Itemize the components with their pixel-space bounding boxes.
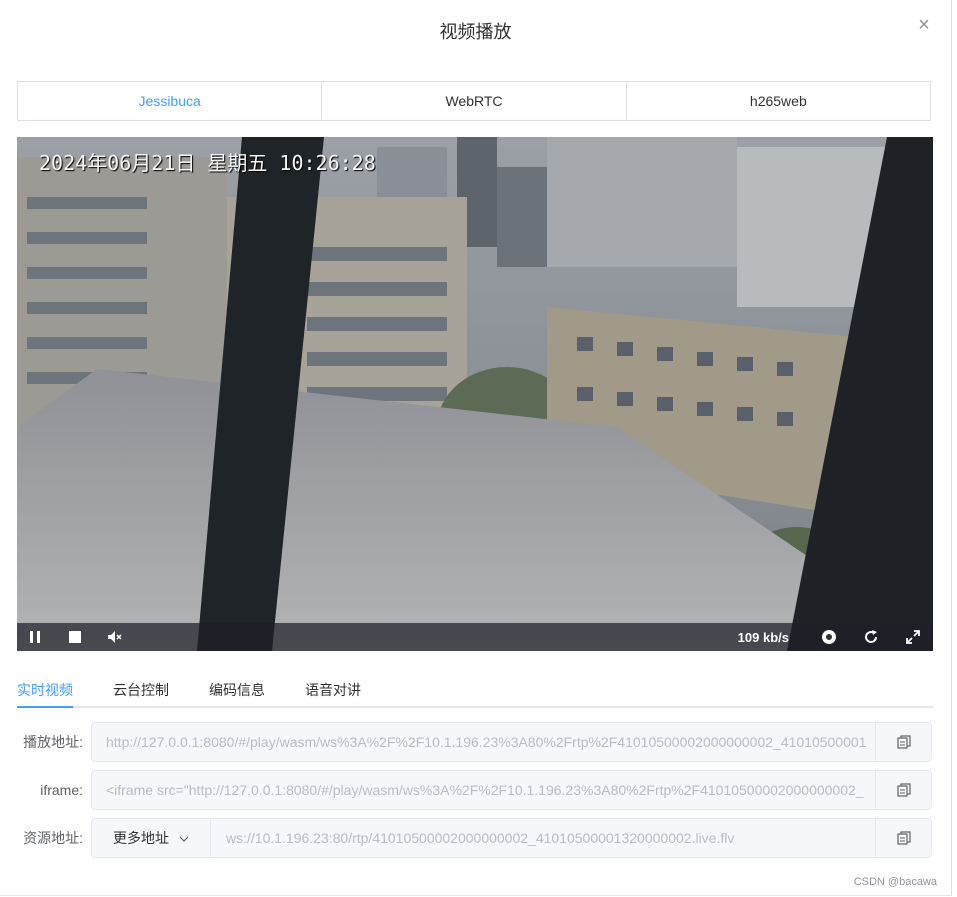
- resource-row: 资源地址: 更多地址 ws://10.1.196.23:80/rtp/41010…: [0, 818, 951, 858]
- more-address-label: 更多地址: [113, 830, 170, 846]
- iframe-field[interactable]: <iframe src="http://127.0.0.1:8080/#/pla…: [91, 770, 932, 810]
- refresh-icon[interactable]: [861, 627, 881, 647]
- camera-icon[interactable]: [819, 627, 839, 647]
- copy-icon: [896, 783, 911, 797]
- iframe-value: <iframe src="http://127.0.0.1:8080/#/pla…: [106, 782, 864, 798]
- resource-value: ws://10.1.196.23:80/rtp/4101050000200000…: [226, 830, 735, 846]
- active-tab-indicator: [17, 706, 73, 708]
- tab-ptz-control[interactable]: 云台控制: [113, 680, 169, 700]
- copy-resource-button[interactable]: [875, 819, 931, 857]
- more-address-select[interactable]: 更多地址: [92, 819, 211, 857]
- tab-encoding-info[interactable]: 编码信息: [209, 680, 265, 700]
- close-icon[interactable]: ×: [913, 14, 935, 36]
- tab-webrtc[interactable]: WebRTC: [322, 82, 627, 120]
- pause-icon[interactable]: [25, 627, 45, 647]
- iframe-row: iframe: <iframe src="http://127.0.0.1:80…: [0, 770, 951, 810]
- fullscreen-icon[interactable]: [903, 627, 923, 647]
- copy-icon: [896, 735, 911, 749]
- camera-frame: [17, 137, 933, 651]
- osd-timestamp: 2024年06月21日 星期五 10:26:28: [39, 151, 376, 175]
- tab-live-video[interactable]: 实时视频: [17, 680, 73, 700]
- bitrate-readout: 109 kb/s: [737, 629, 789, 645]
- play-url-field[interactable]: http://127.0.0.1:8080/#/play/wasm/ws%3A%…: [91, 722, 932, 762]
- tab-h265web[interactable]: h265web: [626, 82, 930, 120]
- player-tabs: Jessibuca WebRTC h265web: [17, 81, 931, 121]
- chevron-down-icon: [179, 836, 189, 842]
- tab-jessibuca[interactable]: Jessibuca: [18, 82, 323, 120]
- tab-voice-intercom[interactable]: 语音对讲: [305, 680, 361, 700]
- play-url-row: 播放地址: http://127.0.0.1:8080/#/play/wasm/…: [0, 722, 951, 762]
- player-controls: 109 kb/s: [17, 623, 933, 651]
- resource-label: 资源地址:: [23, 830, 83, 846]
- iframe-label: iframe:: [40, 782, 83, 798]
- resource-field[interactable]: 更多地址 ws://10.1.196.23:80/rtp/41010500002…: [91, 818, 932, 858]
- copy-icon: [896, 831, 911, 845]
- volume-icon[interactable]: [105, 627, 125, 647]
- play-url-value: http://127.0.0.1:8080/#/play/wasm/ws%3A%…: [106, 734, 867, 750]
- copy-play-url-button[interactable]: [875, 723, 931, 761]
- stop-icon[interactable]: [65, 627, 85, 647]
- dialog-title: 视频播放: [439, 22, 512, 42]
- play-url-label: 播放地址:: [23, 734, 83, 750]
- watermark: CSDN @bacawa: [853, 876, 937, 888]
- video-dialog: 视频播放 × Jessibuca WebRTC h265web 2024年06月…: [0, 0, 952, 896]
- video-player[interactable]: 2024年06月21日 星期五 10:26:28 109 kb/s: [17, 137, 933, 651]
- copy-iframe-button[interactable]: [875, 771, 931, 809]
- info-tabs: 实时视频 云台控制 编码信息 语音对讲: [17, 676, 933, 708]
